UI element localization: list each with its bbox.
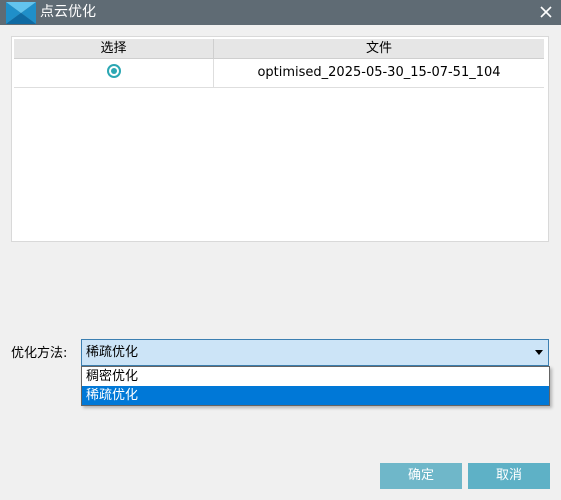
chevron-down-icon[interactable] — [535, 350, 543, 355]
title-bar: 点云优化 — [0, 0, 561, 25]
column-header-select[interactable]: 选择 — [14, 39, 214, 58]
close-icon — [540, 6, 552, 18]
dropdown-option-sparse[interactable]: 稀疏优化 — [82, 386, 549, 405]
column-header-file[interactable]: 文件 — [214, 39, 544, 58]
select-cell[interactable] — [14, 59, 214, 87]
select-radio[interactable] — [106, 64, 121, 78]
cancel-button[interactable]: 取消 — [468, 463, 550, 489]
ok-button[interactable]: 确定 — [380, 463, 462, 489]
method-label: 优化方法: — [11, 346, 68, 361]
file-grid[interactable]: 选择 文件 optimised_2025-05-30_15-07-51_104 — [11, 36, 549, 242]
window-title: 点云优化 — [40, 4, 96, 20]
dropdown-option-dense[interactable]: 稠密优化 — [82, 367, 549, 386]
table-row[interactable]: optimised_2025-05-30_15-07-51_104 — [14, 59, 544, 88]
grid-header: 选择 文件 — [14, 39, 544, 59]
method-combobox-value: 稀疏优化 — [86, 345, 139, 360]
method-combobox[interactable]: 稀疏优化 — [81, 339, 549, 366]
file-name-cell: optimised_2025-05-30_15-07-51_104 — [257, 65, 501, 80]
method-dropdown-list: 稠密优化 稀疏优化 — [81, 366, 550, 406]
close-button[interactable] — [537, 3, 555, 21]
app-logo-icon — [6, 2, 36, 24]
